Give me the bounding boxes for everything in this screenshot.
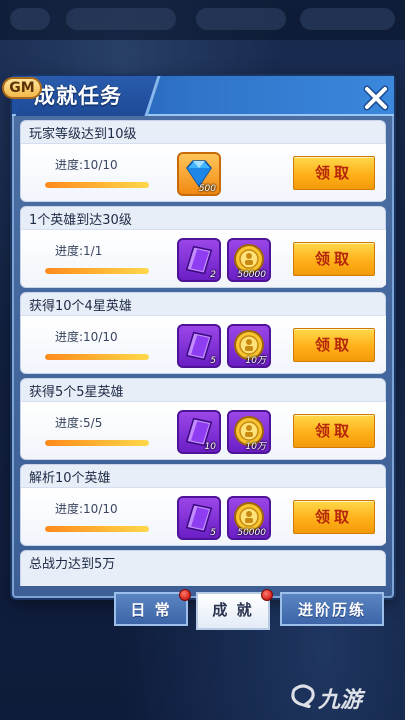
reward-slot[interactable]: 10: [177, 410, 221, 454]
reward-quantity: 10: [204, 442, 216, 452]
task-body: 进度:1/1 2 50000 领取: [21, 229, 386, 287]
reward-slot[interactable]: 50000: [227, 496, 271, 540]
task-body: 进度:10/10 5 50000 领取: [21, 487, 386, 545]
task-item: 玩家等级达到10级 进度:10/10 500 领取: [20, 120, 386, 202]
progress-text: 进度:5/5: [55, 416, 103, 430]
reward-slot[interactable]: 500: [177, 152, 221, 196]
progress-bar: [45, 182, 149, 188]
progress-bar: [45, 526, 149, 532]
notification-dot: [261, 589, 273, 601]
gm-badge[interactable]: GM: [2, 77, 42, 99]
reward-slot[interactable]: 2: [177, 238, 221, 282]
task-item: 获得5个5星英雄 进度:5/5 10 10万 领取: [20, 378, 386, 460]
task-title: 玩家等级达到10级: [29, 127, 137, 142]
task-body: 进度:10/10 5 10万 领取: [21, 315, 386, 373]
tab-achievement[interactable]: 成 就: [196, 589, 273, 630]
close-icon: [363, 85, 389, 111]
progress-bar: [45, 268, 149, 274]
reward-quantity: 500: [198, 184, 216, 194]
progress-bar: [45, 440, 149, 446]
claim-button[interactable]: 领取: [293, 156, 375, 190]
task-body: 进度:10/10 500 领取: [21, 143, 386, 201]
reward-quantity: 5: [210, 356, 216, 366]
reward-quantity: 2: [210, 270, 216, 280]
reward-slot[interactable]: 10万: [227, 324, 271, 368]
task-title: 总战力达到5万: [29, 557, 116, 572]
claim-button[interactable]: 领取: [293, 328, 375, 362]
reward-quantity: 5: [210, 528, 216, 538]
reward-quantity: 50000: [237, 528, 266, 538]
progress-fill: [45, 268, 149, 274]
close-button[interactable]: [362, 84, 390, 112]
reward-slot[interactable]: 50000: [227, 238, 271, 282]
progress-text: 进度:10/10: [55, 330, 118, 344]
progress-text: 进度:10/10: [55, 502, 118, 516]
panel-title: 成就任务: [34, 84, 122, 108]
reward-quantity: 50000: [237, 270, 266, 280]
claim-button[interactable]: 领取: [293, 242, 375, 276]
task-item: 获得10个4星英雄 进度:10/10 5 10万 领取: [20, 292, 386, 374]
task-item: 解析10个英雄 进度:10/10 5 50000 领取: [20, 464, 386, 546]
jiuyou-logo-icon: [291, 684, 315, 708]
task-title: 解析10个英雄: [29, 471, 111, 486]
reward-quantity: 10万: [245, 356, 266, 366]
reward-slot[interactable]: 5: [177, 324, 221, 368]
progress-fill: [45, 526, 149, 532]
reward-slot[interactable]: 5: [177, 496, 221, 540]
progress-fill: [45, 440, 149, 446]
task-title: 1个英雄到达30级: [29, 213, 132, 228]
progress-fill: [45, 354, 149, 360]
notification-dot: [179, 589, 191, 601]
watermark-text: 九游: [318, 688, 363, 713]
task-item: 总战力达到5万: [20, 550, 386, 586]
task-item: 1个英雄到达30级 进度:1/1 2 50000 领取: [20, 206, 386, 288]
task-body: 进度:5/5 10 10万 领取: [21, 401, 386, 459]
tab-label: 成 就: [212, 601, 254, 619]
task-list[interactable]: 玩家等级达到10级 进度:10/10 500 领取 1个英雄到达30级 进度:1…: [20, 120, 386, 586]
tab-label: 进阶历练: [297, 601, 366, 619]
reward-slot[interactable]: 10万: [227, 410, 271, 454]
task-title: 获得10个4星英雄: [29, 299, 132, 314]
progress-bar: [45, 354, 149, 360]
progress-text: 进度:10/10: [55, 158, 118, 172]
tab-advanced-training[interactable]: 进阶历练: [280, 592, 384, 626]
claim-button[interactable]: 领取: [293, 500, 375, 534]
reward-quantity: 10万: [245, 442, 266, 452]
progress-text: 进度:1/1: [55, 244, 103, 258]
tab-daily[interactable]: 日 常: [114, 589, 191, 626]
task-title: 获得5个5星英雄: [29, 385, 124, 400]
tab-label: 日 常: [130, 601, 172, 619]
progress-fill: [45, 182, 149, 188]
claim-button[interactable]: 领取: [293, 414, 375, 448]
